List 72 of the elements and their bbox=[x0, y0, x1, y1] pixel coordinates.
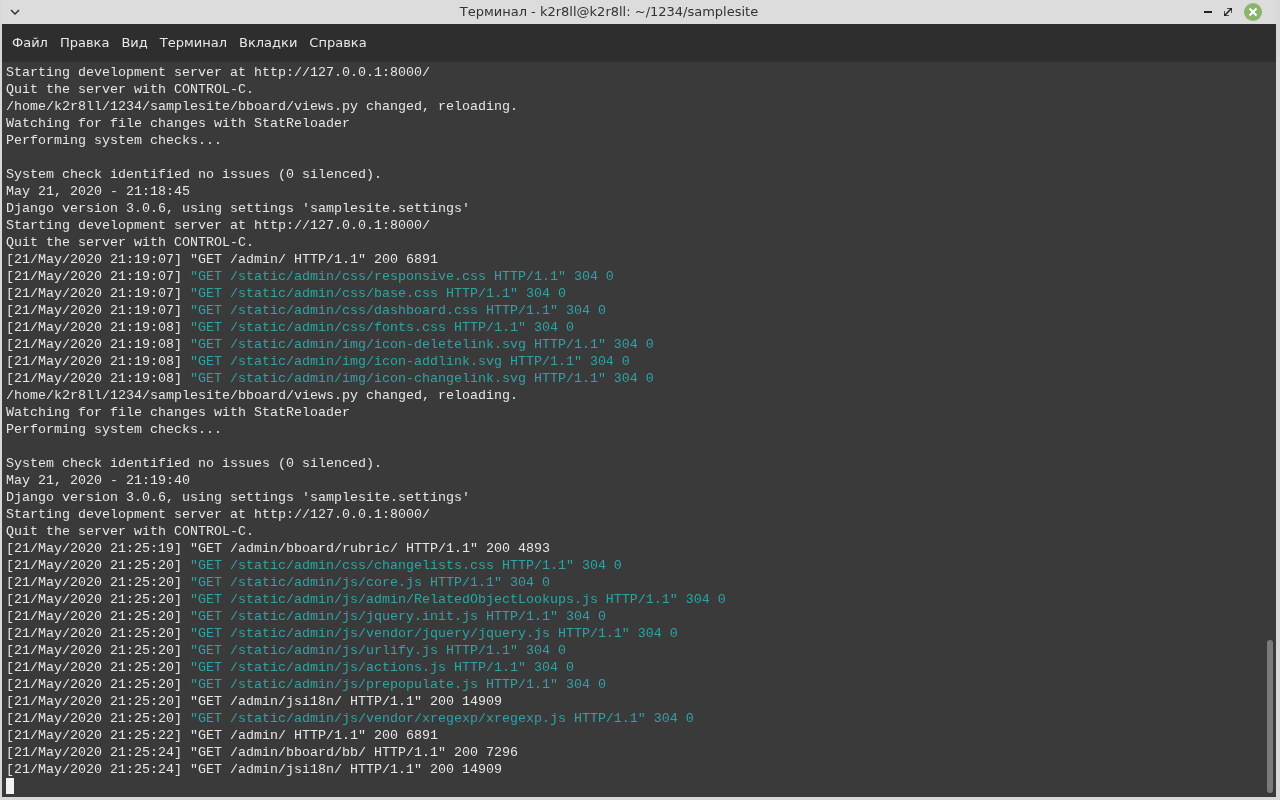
request-log-text: "GET /admin/ HTTP/1.1" 200 6891 bbox=[189, 728, 438, 743]
output-line: Watching for file changes with StatReloader bbox=[6, 116, 350, 131]
request-log-text: "GET /static/admin/css/changelists.css HTTP/1.1" 304 0 bbox=[189, 558, 622, 573]
request-log-text: "GET /static/admin/js/core.js HTTP/1.1" 304 0 bbox=[189, 575, 550, 590]
request-log-text: "GET /static/admin/js/prepopulate.js HTTP/1.1" 304 0 bbox=[189, 677, 606, 692]
log-timestamp: [21/May/2020 21:25:20] bbox=[6, 711, 182, 726]
log-timestamp: [21/May/2020 21:19:07] bbox=[6, 303, 182, 318]
output-line: Django version 3.0.6, using settings 'samplesite.settings' bbox=[6, 490, 470, 505]
log-timestamp: [21/May/2020 21:25:20] bbox=[6, 643, 182, 658]
text-cursor bbox=[6, 778, 14, 794]
log-timestamp: [21/May/2020 21:19:08] bbox=[6, 320, 182, 335]
request-log-text: "GET /admin/ HTTP/1.1" 200 6891 bbox=[189, 252, 438, 267]
menu-item[interactable]: Терминал bbox=[153, 29, 233, 57]
request-log-text: "GET /static/admin/css/fonts.css HTTP/1.1" 304 0 bbox=[189, 320, 574, 335]
log-timestamp: [21/May/2020 21:25:20] bbox=[6, 677, 182, 692]
output-line: Performing system checks... bbox=[6, 133, 222, 148]
output-line: Watching for file changes with StatReloader bbox=[6, 405, 350, 420]
output-line: /home/k2r8ll/1234/samplesite/bboard/views.py changed, reloading. bbox=[6, 99, 518, 114]
menu-item[interactable]: Вкладки bbox=[233, 29, 304, 57]
output-line: System check identified no issues (0 silenced). bbox=[6, 167, 382, 182]
request-log-text: "GET /static/admin/img/icon-addlink.svg HTTP/1.1" 304 0 bbox=[189, 354, 630, 369]
log-timestamp: [21/May/2020 21:19:08] bbox=[6, 371, 182, 386]
request-log-text: "GET /static/admin/js/vendor/jquery/jquery.js HTTP/1.1" 304 0 bbox=[189, 626, 678, 641]
log-timestamp: [21/May/2020 21:25:20] bbox=[6, 592, 182, 607]
log-timestamp: [21/May/2020 21:25:19] bbox=[6, 541, 182, 556]
request-log-text: "GET /static/admin/img/icon-deletelink.svg HTTP/1.1" 304 0 bbox=[189, 337, 654, 352]
menu-item[interactable]: Файл bbox=[6, 29, 54, 57]
log-timestamp: [21/May/2020 21:25:20] bbox=[6, 575, 182, 590]
output-line: Quit the server with CONTROL-C. bbox=[6, 235, 254, 250]
request-log-text: "GET /admin/bboard/bb/ HTTP/1.1" 200 7296 bbox=[189, 745, 518, 760]
output-line: /home/k2r8ll/1234/samplesite/bboard/views.py changed, reloading. bbox=[6, 388, 518, 403]
log-timestamp: [21/May/2020 21:25:24] bbox=[6, 745, 182, 760]
menu-item[interactable]: Вид bbox=[115, 29, 154, 57]
log-timestamp: [21/May/2020 21:25:20] bbox=[6, 558, 182, 573]
request-log-text: "GET /admin/jsi18n/ HTTP/1.1" 200 14909 bbox=[189, 694, 502, 709]
output-line: Starting development server at http://127.0.0.1:8000/ bbox=[6, 65, 430, 80]
output-line: Quit the server with CONTROL-C. bbox=[6, 82, 254, 97]
output-line: Starting development server at http://127.0.0.1:8000/ bbox=[6, 218, 430, 233]
request-log-text: "GET /static/admin/js/urlify.js HTTP/1.1" 304 0 bbox=[189, 643, 566, 658]
output-line: May 21, 2020 - 21:19:40 bbox=[6, 473, 190, 488]
request-log-text: "GET /static/admin/js/vendor/xregexp/xregexp.js HTTP/1.1" 304 0 bbox=[189, 711, 694, 726]
log-timestamp: [21/May/2020 21:19:07] bbox=[6, 252, 182, 267]
output-line: Performing system checks... bbox=[6, 422, 222, 437]
log-timestamp: [21/May/2020 21:25:20] bbox=[6, 694, 182, 709]
log-timestamp: [21/May/2020 21:19:07] bbox=[6, 269, 182, 284]
request-log-text: "GET /static/admin/js/admin/RelatedObjectLookups.js HTTP/1.1" 304 0 bbox=[189, 592, 726, 607]
output-line: Starting development server at http://127.0.0.1:8000/ bbox=[6, 507, 430, 522]
request-log-text: "GET /admin/bboard/rubric/ HTTP/1.1" 200 4893 bbox=[189, 541, 550, 556]
output-line: Quit the server with CONTROL-C. bbox=[6, 524, 254, 539]
output-line: System check identified no issues (0 silenced). bbox=[6, 456, 382, 471]
log-timestamp: [21/May/2020 21:19:07] bbox=[6, 286, 182, 301]
log-timestamp: [21/May/2020 21:25:24] bbox=[6, 762, 182, 777]
log-timestamp: [21/May/2020 21:25:20] bbox=[6, 609, 182, 624]
request-log-text: "GET /static/admin/img/icon-changelink.svg HTTP/1.1" 304 0 bbox=[189, 371, 654, 386]
menu-caret-icon[interactable] bbox=[10, 9, 20, 15]
request-log-text: "GET /admin/jsi18n/ HTTP/1.1" 200 14909 bbox=[189, 762, 502, 777]
menu-item[interactable]: Правка bbox=[53, 29, 116, 57]
request-log-text: "GET /static/admin/js/jquery.init.js HTTP/1.1" 304 0 bbox=[189, 609, 606, 624]
output-line: Django version 3.0.6, using settings 'samplesite.settings' bbox=[6, 201, 470, 216]
log-timestamp: [21/May/2020 21:25:20] bbox=[6, 660, 182, 675]
log-timestamp: [21/May/2020 21:19:08] bbox=[6, 337, 182, 352]
request-log-text: "GET /static/admin/css/responsive.css HTTP/1.1" 304 0 bbox=[189, 269, 614, 284]
log-timestamp: [21/May/2020 21:25:22] bbox=[6, 728, 182, 743]
menu-item[interactable]: Справка bbox=[303, 29, 373, 57]
request-log-text: "GET /static/admin/js/actions.js HTTP/1.1" 304 0 bbox=[189, 660, 574, 675]
request-log-text: "GET /static/admin/css/base.css HTTP/1.1" 304 0 bbox=[189, 286, 566, 301]
scrollbar-thumb[interactable] bbox=[1267, 640, 1273, 793]
window-title: Терминал - k2r8ll@k2r8ll: ~/1234/samplesite bbox=[459, 4, 759, 20]
request-log-text: "GET /static/admin/css/dashboard.css HTTP/1.1" 304 0 bbox=[189, 303, 606, 318]
log-timestamp: [21/May/2020 21:19:08] bbox=[6, 354, 182, 369]
output-line: May 21, 2020 - 21:18:45 bbox=[6, 184, 190, 199]
log-timestamp: [21/May/2020 21:25:20] bbox=[6, 626, 182, 641]
